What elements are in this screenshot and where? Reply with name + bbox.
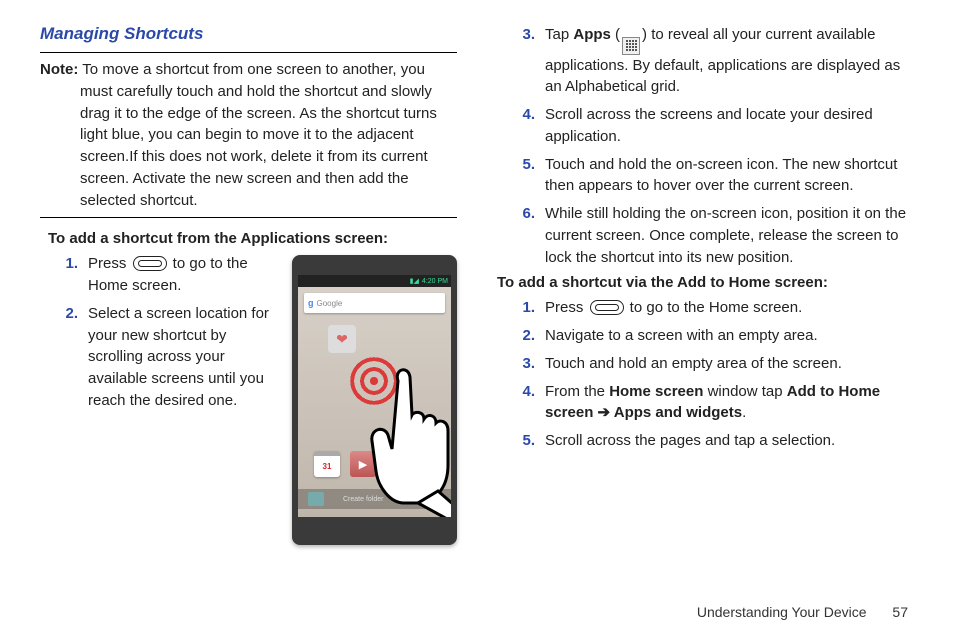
section-heading: Managing Shortcuts [40, 24, 457, 44]
home-key-icon [590, 300, 624, 315]
search-placeholder: Google [317, 299, 343, 308]
step-num: 1. [517, 299, 545, 316]
step-num: 3. [517, 26, 545, 43]
home-key-icon [133, 256, 167, 271]
sub-heading-a: To add a shortcut from the Applications … [48, 230, 457, 247]
step-a6: While still holding the on-screen icon, … [545, 203, 914, 268]
step-num: 2. [517, 327, 545, 344]
page-number: 57 [892, 604, 908, 620]
folder-icon [308, 492, 324, 506]
step-b5: Scroll across the pages and tap a select… [545, 430, 914, 452]
step-a1: Press to go to the Home screen. [88, 253, 280, 297]
video-icon: ▶ [350, 451, 376, 477]
page-footer: Understanding Your Device 57 [697, 604, 908, 620]
search-widget: g Google [304, 293, 445, 313]
footer-section: Understanding Your Device [697, 604, 867, 620]
step-num: 5. [517, 432, 545, 449]
text: ( [611, 26, 620, 43]
step-num: 4. [517, 106, 545, 123]
step-b2: Navigate to a screen with an empty area. [545, 325, 914, 347]
bold-text: Apps and widgets [614, 404, 742, 421]
steps-b: 1. Press to go to the Home screen. 2. Na… [497, 297, 914, 452]
text: window tap [703, 383, 786, 400]
touch-target-icon [346, 353, 402, 409]
status-time: 4:20 PM [422, 278, 448, 285]
steps-a-right: 3. Tap Apps () to reveal all your curren… [497, 24, 914, 268]
sub-heading-b: To add a shortcut via the Add to Home sc… [497, 274, 914, 291]
google-g-icon: g [308, 298, 314, 308]
step-b3: Touch and hold an empty area of the scre… [545, 353, 914, 375]
step-num: 4. [517, 383, 545, 400]
step-a3: Tap Apps () to reveal all your current a… [545, 24, 914, 98]
phone-screen: ▮◢ 4:20 PM g Google ❤ 31 ▶ [298, 275, 451, 517]
phone-illustration: ▮◢ 4:20 PM g Google ❤ 31 ▶ [292, 255, 457, 545]
step-a4: Scroll across the screens and locate you… [545, 104, 914, 148]
apps-label: Apps [573, 26, 611, 43]
arrow-icon: ➔ [593, 404, 613, 421]
step-num: 6. [517, 205, 545, 222]
home-widgets: ❤ 31 ▶ [298, 319, 451, 489]
steps-a-left: 1. Press to go to the Home screen. 2. Se… [40, 253, 280, 417]
step-b4: From the Home screen window tap Add to H… [545, 381, 914, 425]
bold-text: Home screen [609, 383, 703, 400]
text: Tap [545, 26, 573, 43]
step-num: 2. [60, 305, 88, 322]
note-label: Note: [40, 61, 78, 78]
note-block: Note: To move a shortcut from one screen… [40, 59, 457, 211]
apps-grid-icon [622, 37, 640, 55]
text: Press [545, 299, 588, 316]
dock-label-right: Create page [403, 496, 442, 503]
signal-icon: ▮◢ [410, 277, 419, 285]
step-a5: Touch and hold the on-screen icon. The n… [545, 154, 914, 198]
text: to go to the Home screen. [626, 299, 803, 316]
rule-top [40, 52, 457, 53]
note-text: To move a shortcut from one screen to an… [80, 61, 437, 209]
text: From the [545, 383, 609, 400]
text: Press [88, 255, 131, 272]
status-bar: ▮◢ 4:20 PM [298, 275, 451, 287]
step-b1: Press to go to the Home screen. [545, 297, 914, 319]
text: . [742, 404, 746, 421]
step-num: 1. [60, 255, 88, 272]
calendar-icon: 31 [314, 451, 340, 477]
rule-bottom [40, 217, 457, 218]
phone-dock: Create folder Create page [298, 489, 451, 509]
dock-label-left: Create folder [343, 496, 383, 503]
step-a2: Select a screen location for your new sh… [88, 303, 280, 412]
heart-widget-icon: ❤ [328, 325, 356, 353]
step-num: 5. [517, 156, 545, 173]
step-num: 3. [517, 355, 545, 372]
